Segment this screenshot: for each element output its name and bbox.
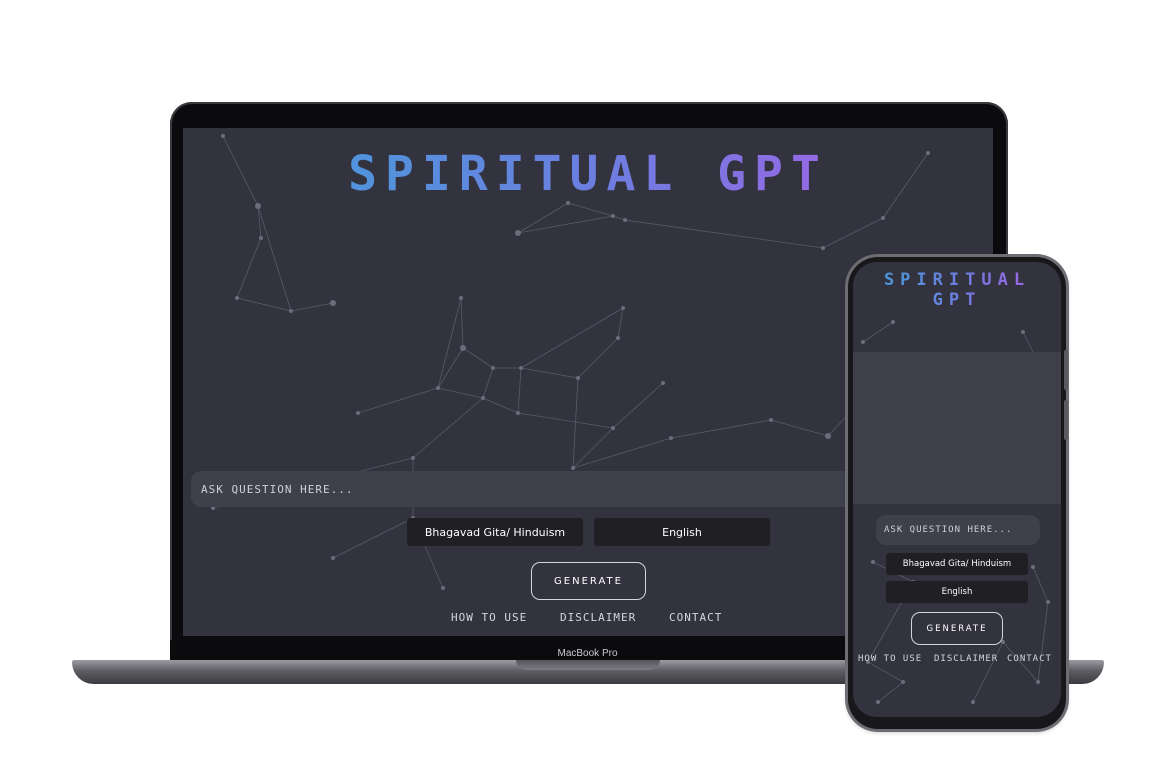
how-to-use-link[interactable]: HOW TO USE	[858, 654, 922, 664]
laptop-opening-notch	[516, 660, 660, 670]
how-to-use-link[interactable]: HOW TO USE	[451, 611, 527, 624]
question-input[interactable]: ASK QUESTION HERE...	[876, 515, 1040, 545]
phone-side-button	[1064, 350, 1068, 390]
app-title-line: GPT	[932, 290, 982, 310]
language-select[interactable]: English	[594, 518, 770, 546]
generate-button[interactable]: GENERATE	[531, 562, 646, 600]
religion-select[interactable]: Bhagavad Gita/ Hinduism	[407, 518, 583, 546]
app-title: SPIRITUAL GPT	[853, 270, 1061, 310]
question-placeholder: ASK QUESTION HERE...	[884, 525, 1013, 535]
app-title: SPIRITUAL GPT	[183, 146, 993, 202]
question-placeholder: ASK QUESTION HERE...	[201, 482, 354, 496]
contact-link[interactable]: CONTACT	[1007, 654, 1052, 664]
language-select[interactable]: English	[886, 581, 1028, 603]
phone-screen: SPIRITUAL GPT ASK QUESTION HERE... Bhaga…	[853, 262, 1061, 717]
generate-button[interactable]: GENERATE	[911, 612, 1003, 645]
contact-link[interactable]: CONTACT	[669, 611, 722, 624]
device-mockup: MacBook Pro SPIRITUAL GPT ASK QUESTION H…	[0, 0, 1175, 783]
app-title-line: SPIRITUAL	[883, 270, 1031, 290]
disclaimer-link[interactable]: DISCLAIMER	[934, 654, 998, 664]
answer-panel	[853, 352, 1061, 504]
phone-side-button	[1064, 400, 1068, 440]
disclaimer-link[interactable]: DISCLAIMER	[560, 611, 636, 624]
religion-select[interactable]: Bhagavad Gita/ Hinduism	[886, 553, 1028, 575]
